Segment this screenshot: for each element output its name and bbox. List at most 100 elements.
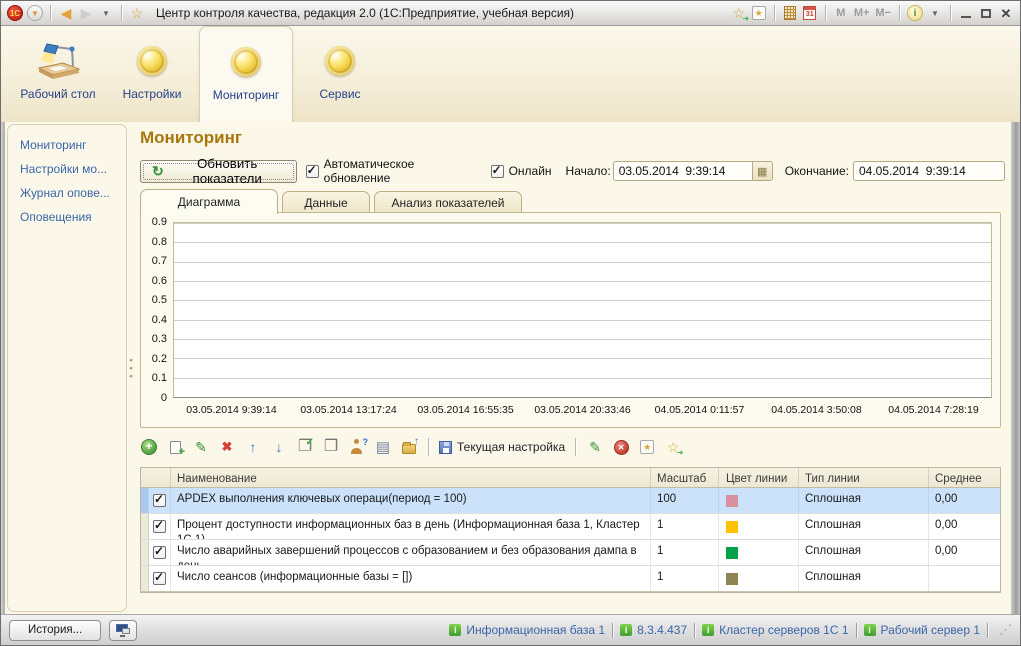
titlebar-separator: [824, 5, 826, 21]
sidebar-splitter[interactable]: ◂ ◂ ◂: [127, 122, 134, 614]
section-button-service[interactable]: Сервис: [293, 26, 387, 122]
add-favorite-button[interactable]: ★: [750, 3, 768, 23]
memory-add-button[interactable]: M+: [852, 3, 872, 23]
toolbar-move-down-button[interactable]: ↓: [270, 438, 288, 456]
tab-data[interactable]: Данные: [282, 191, 370, 214]
chart-y-axis-labels: 0.9 0.8 0.7 0.6 0.5 0.4 0.3 0.2 0.1 0: [143, 216, 170, 404]
status-separator: [855, 622, 857, 638]
start-date-wrap: ▦: [612, 161, 773, 181]
status-item[interactable]: i Информационная база 1: [449, 623, 605, 637]
row-indicator-cell: [141, 540, 149, 565]
tab-strip: Диаграмма Данные Анализ показателей: [140, 188, 1001, 214]
back-button[interactable]: ◀: [57, 3, 75, 23]
status-item[interactable]: i Кластер серверов 1С 1: [702, 623, 849, 637]
row-indicator-cell: [141, 488, 149, 513]
calendar-button[interactable]: 31: [801, 3, 819, 23]
line-color-swatch: [726, 546, 738, 559]
cell-scale: 1: [651, 540, 719, 565]
calculator-button[interactable]: [781, 3, 799, 23]
favorites-star-button[interactable]: ☆: [128, 3, 146, 23]
status-item-label: Рабочий сервер 1: [880, 623, 981, 637]
goto-favorite-button[interactable]: ☆ ➜: [730, 3, 750, 23]
tab-analysis[interactable]: Анализ показателей: [374, 191, 522, 214]
status-separator: [612, 622, 614, 638]
title-bar: 1С ▼ ◀ ▶ ▼ ☆ Центр контроля качества, редакци…: [1, 1, 1020, 26]
end-date-input[interactable]: [853, 161, 1005, 181]
status-item[interactable]: i Рабочий сервер 1: [863, 623, 981, 637]
controls-row: ↻ Обновить показатели Автоматическое обн…: [140, 156, 1005, 186]
titlebar-separator: [121, 5, 122, 21]
sidebar-item-monitoring-settings[interactable]: Настройки мо...: [20, 162, 122, 176]
table-row[interactable]: Число аварийных завершений процессов с о…: [141, 540, 1000, 566]
toolbar-show-list-button[interactable]: ▤: [374, 438, 392, 456]
splitter-grip-icon: ◂: [128, 372, 133, 380]
minimize-button[interactable]: [957, 3, 975, 23]
toolbar-cancel-setting-button[interactable]: ✕: [612, 438, 630, 456]
row-checkbox-cell: [149, 514, 171, 539]
section-label: Настройки: [122, 87, 182, 101]
toolbar-restore-setting-button[interactable]: ★: [638, 438, 656, 456]
y-tick-label: 0.9: [151, 216, 167, 228]
y-tick-label: 0.7: [151, 255, 167, 268]
start-date-input[interactable]: [612, 161, 753, 181]
section-button-settings[interactable]: Настройки: [105, 26, 199, 122]
row-checkbox[interactable]: [153, 544, 166, 559]
table-row[interactable]: Число сеансов (информационные базы = [])…: [141, 566, 1000, 592]
toolbar-edit-button[interactable]: ✎: [192, 438, 210, 456]
line-color-swatch: [726, 572, 738, 585]
section-button-desktop[interactable]: Рабочий стол: [11, 26, 105, 122]
toolbar-user-question-button[interactable]: ?: [348, 437, 368, 456]
about-button[interactable]: i: [906, 3, 924, 23]
status-item[interactable]: i 8.3.4.437: [620, 623, 687, 637]
titlebar-left-icons: 1С ▼ ◀ ▶ ▼ ☆: [6, 3, 146, 23]
navigation-sidebar: Мониторинг Настройки мо... Журнал опове...…: [5, 122, 127, 614]
cell-name: Число сеансов (информационные базы = []): [171, 566, 651, 591]
history-button[interactable]: История...: [9, 619, 102, 641]
table-row[interactable]: Процент доступности информационных баз в…: [141, 514, 1000, 540]
online-checkbox[interactable]: [490, 163, 504, 178]
sidebar-item-alert-log[interactable]: Журнал опове...: [20, 186, 122, 200]
row-checkbox[interactable]: [153, 492, 166, 507]
close-button[interactable]: ✕: [997, 3, 1015, 23]
toolbar-add-copy-button[interactable]: +: [166, 438, 185, 458]
sidebar-item-monitoring[interactable]: Мониторинг: [20, 138, 122, 152]
titlebar-separator: [773, 5, 775, 21]
info-icon: i: [620, 624, 633, 636]
auto-update-checkbox[interactable]: [305, 163, 319, 178]
toolbar-check-all-button[interactable]: ❐ ✓: [296, 437, 314, 456]
resize-grip[interactable]: ⋰: [999, 622, 1012, 638]
memory-subtract-button[interactable]: M−: [873, 3, 893, 23]
content-area: Мониторинг ↻ Обновить показатели Автомат…: [134, 122, 1007, 614]
toolbar-favorite-setting-button[interactable]: ☆ ➜: [664, 438, 684, 457]
status-item-label: 8.3.4.437: [637, 623, 688, 637]
memory-recall-button[interactable]: M: [832, 3, 850, 23]
table-row[interactable]: APDEX выполнения ключевых операци(период…: [141, 488, 1000, 514]
toolbar-uncheck-all-button[interactable]: ❐: [322, 438, 340, 456]
section-button-monitoring[interactable]: Мониторинг: [199, 26, 293, 122]
info-dropdown-button[interactable]: ▼: [926, 3, 944, 23]
maximize-button[interactable]: [977, 3, 995, 23]
toolbar-move-up-button[interactable]: ↑: [244, 438, 262, 456]
start-date-calendar-button[interactable]: ▦: [752, 161, 773, 181]
row-checkbox[interactable]: [153, 570, 166, 585]
tab-diagram[interactable]: Диаграмма: [140, 189, 278, 214]
x-tick-label: 04.05.2014 7:28:19: [888, 404, 979, 416]
app-logo-1c-icon[interactable]: 1С: [6, 3, 24, 23]
toolbar-export-folder-button[interactable]: ↑: [400, 436, 419, 456]
monitor-button[interactable]: [109, 619, 138, 641]
nav-history-dropdown[interactable]: ▼: [97, 3, 115, 23]
save-setting-button[interactable]: Текущая настройка: [439, 440, 565, 454]
row-checkbox[interactable]: [153, 518, 166, 533]
chart-gridline: [174, 242, 991, 244]
toolbar-add-button[interactable]: +: [140, 438, 158, 456]
refresh-indicators-button[interactable]: ↻ Обновить показатели: [140, 156, 297, 186]
main-menu-button[interactable]: ▼: [26, 3, 44, 23]
toolbar-edit-setting-button[interactable]: ✎: [586, 438, 604, 456]
toolbar-delete-button[interactable]: ✖: [218, 438, 236, 456]
sidebar-item-alerts[interactable]: Оповещения: [20, 210, 122, 224]
gold-sphere-icon: [325, 35, 355, 87]
cell-average: 0,00: [935, 545, 958, 557]
forward-button[interactable]: ▶: [77, 3, 95, 23]
x-tick-label: 03.05.2014 16:55:35: [417, 404, 514, 416]
y-tick-label: 0.8: [151, 235, 167, 248]
